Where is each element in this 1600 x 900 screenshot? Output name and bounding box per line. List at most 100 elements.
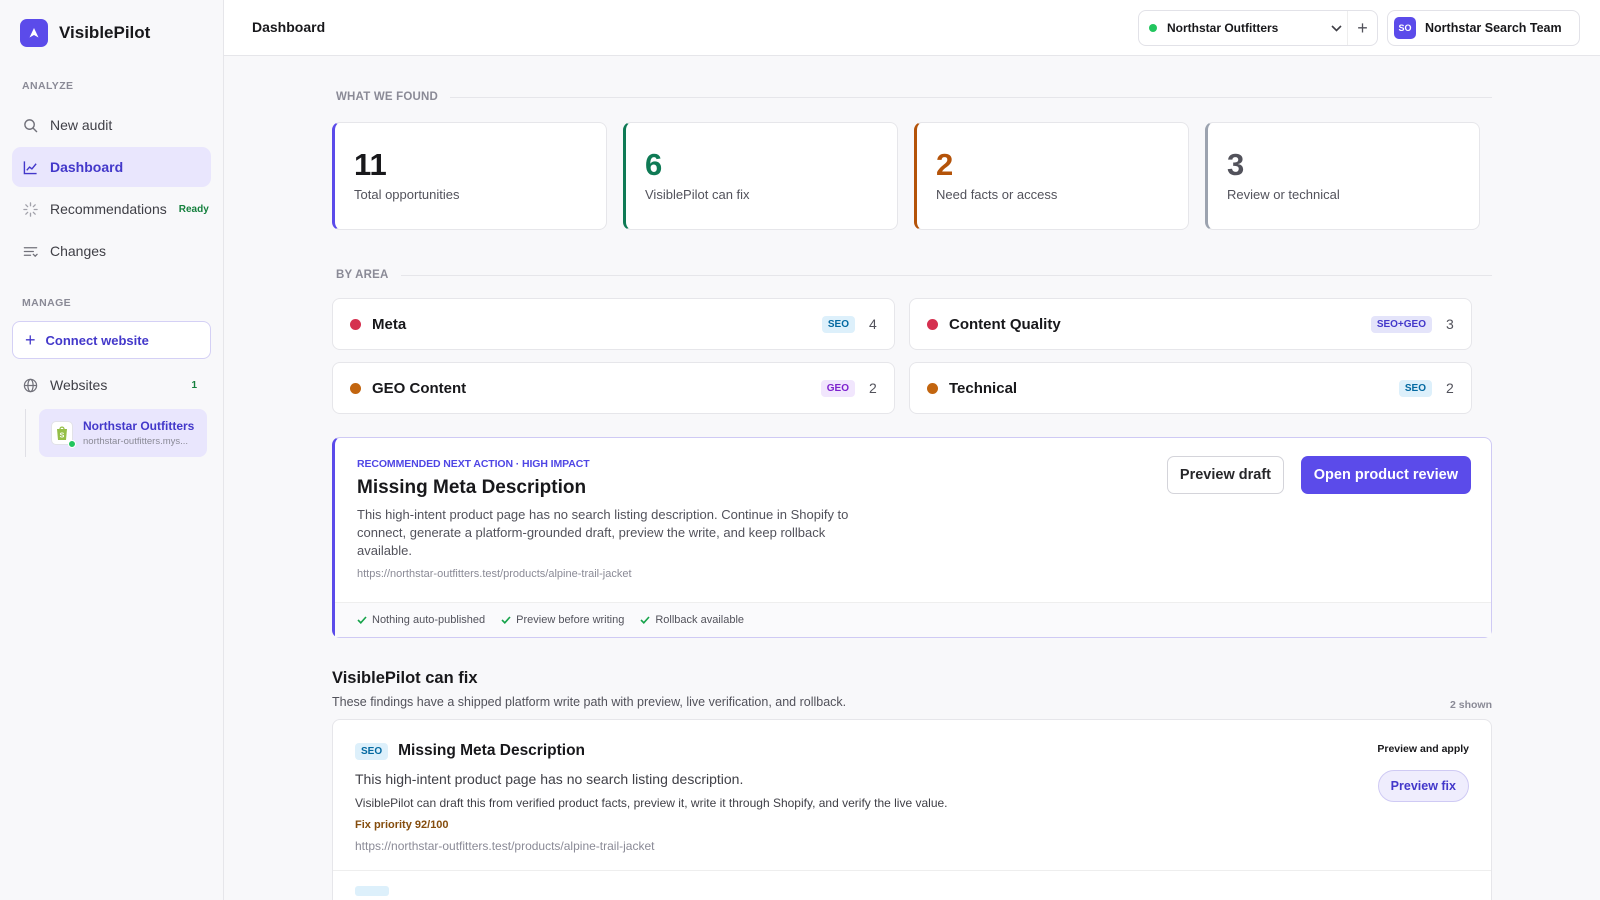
brand-name: VisiblePilot bbox=[59, 23, 151, 42]
can-fix-list: SEO Missing Meta Description This high-i… bbox=[332, 719, 1492, 900]
area-count: 3 bbox=[1446, 316, 1454, 332]
safety-check-label: Rollback available bbox=[655, 614, 745, 626]
sidebar-item-label: Dashboard bbox=[50, 159, 124, 175]
can-fix-subtitle: These findings have a shipped platform w… bbox=[332, 695, 847, 709]
can-fix-header: VisiblePilot can fix These findings have… bbox=[332, 669, 1492, 711]
sidebar-item-new-audit[interactable]: New audit bbox=[12, 105, 211, 145]
section-label: BY AREA bbox=[336, 269, 389, 281]
area-card-geo-content[interactable]: GEO Content GEO 2 bbox=[332, 362, 895, 414]
brand-logo-icon bbox=[20, 19, 48, 47]
avatar: SO bbox=[1394, 17, 1416, 39]
safety-check-label: Nothing auto-published bbox=[372, 614, 486, 626]
sidebar-item-label: Websites bbox=[50, 377, 108, 393]
area-name: Content Quality bbox=[949, 315, 1061, 333]
globe-icon bbox=[22, 377, 38, 393]
status-dot bbox=[1149, 24, 1157, 32]
list-icon bbox=[22, 243, 38, 259]
stat-label: Need facts or access bbox=[936, 187, 1058, 202]
sidebar-item-websites[interactable]: Websites 1 bbox=[12, 365, 211, 405]
section-by-area: BY AREA bbox=[332, 268, 1492, 282]
finding-detail: VisiblePilot can draft this from verifie… bbox=[355, 796, 948, 810]
stat-card-can-fix[interactable]: 6 VisiblePilot can fix bbox=[623, 122, 898, 230]
website-url: northstar-outfitters.mys... bbox=[83, 436, 189, 447]
stat-card-total[interactable]: 11 Total opportunities bbox=[332, 122, 607, 230]
area-tag: SEO+GEO bbox=[1370, 315, 1432, 333]
stat-card-need-facts[interactable]: 2 Need facts or access bbox=[914, 122, 1189, 230]
area-tag: SEO bbox=[821, 315, 855, 333]
safety-check: Nothing auto-published bbox=[357, 614, 485, 626]
stat-label: VisiblePilot can fix bbox=[645, 187, 750, 202]
area-grid: Meta SEO 4 Content Quality SEO+GEO 3 GEO… bbox=[332, 298, 1492, 414]
sidebar-item-dashboard[interactable]: Dashboard bbox=[12, 147, 211, 187]
safety-check: Rollback available bbox=[640, 614, 744, 626]
can-fix-title: VisiblePilot can fix bbox=[332, 669, 478, 687]
check-icon bbox=[357, 616, 367, 624]
stat-value: 6 bbox=[645, 147, 663, 182]
brand[interactable]: VisiblePilot bbox=[0, 0, 223, 66]
area-tag: GEO bbox=[820, 379, 855, 397]
finding-url[interactable]: https://northstar-outfitters.test/produc… bbox=[355, 839, 1469, 853]
store-select[interactable]: Northstar Outfitters + bbox=[1138, 10, 1378, 46]
preview-fix-button[interactable]: Preview fix bbox=[1377, 770, 1469, 802]
page-title: Dashboard bbox=[252, 19, 326, 35]
connect-website-label: Connect website bbox=[45, 332, 149, 348]
team-switcher[interactable]: SO Northstar Search Team bbox=[1387, 10, 1580, 46]
severity-dot bbox=[350, 318, 361, 330]
area-name: Technical bbox=[949, 379, 1018, 397]
main-content: WHAT WE FOUND 11 Total opportunities 6 V… bbox=[332, 56, 1492, 900]
safety-checks: Nothing auto-published Preview before wr… bbox=[335, 602, 1491, 637]
connect-website-button[interactable]: + Connect website bbox=[12, 321, 211, 359]
sidebar-item-label: Changes bbox=[50, 243, 107, 259]
sidebar-item-recommendations[interactable]: Recommendations Ready bbox=[12, 189, 211, 229]
finding-mode: Preview and apply bbox=[1377, 743, 1469, 755]
stat-card-review[interactable]: 3 Review or technical bbox=[1205, 122, 1480, 230]
stats-row: 11 Total opportunities 6 VisiblePilot ca… bbox=[332, 122, 1492, 230]
sidebar-item-changes[interactable]: Changes bbox=[12, 231, 211, 271]
sidebar: VisiblePilot ANALYZE New audit Dashboard… bbox=[0, 0, 224, 900]
area-card-technical[interactable]: Technical SEO 2 bbox=[909, 362, 1472, 414]
finding-tag: SEO bbox=[355, 742, 389, 760]
area-card-content-quality[interactable]: Content Quality SEO+GEO 3 bbox=[909, 298, 1472, 350]
sidebar-item-label: Recommendations bbox=[50, 201, 167, 217]
svg-text:S: S bbox=[60, 433, 65, 440]
finding-priority: Fix priority 92/100 bbox=[355, 819, 449, 831]
section-what-we-found: WHAT WE FOUND bbox=[332, 90, 1492, 104]
area-card-meta[interactable]: Meta SEO 4 bbox=[332, 298, 895, 350]
next-action-url[interactable]: https://northstar-outfitters.test/produc… bbox=[357, 568, 632, 580]
next-action-eyebrow: RECOMMENDED NEXT ACTION · HIGH IMPACT bbox=[357, 458, 590, 470]
open-product-review-button[interactable]: Open product review bbox=[1300, 456, 1471, 494]
next-action-card: RECOMMENDED NEXT ACTION · HIGH IMPACT Mi… bbox=[332, 437, 1492, 638]
stat-label: Total opportunities bbox=[354, 187, 460, 202]
website-item-northstar[interactable]: S Northstar Outfitters northstar-outfitt… bbox=[39, 409, 207, 457]
stat-label: Review or technical bbox=[1227, 187, 1340, 202]
websites-count-badge: 1 bbox=[191, 379, 197, 391]
preview-draft-button[interactable]: Preview draft bbox=[1166, 456, 1284, 494]
team-name: Northstar Search Team bbox=[1425, 21, 1562, 35]
area-name: GEO Content bbox=[372, 379, 467, 397]
ready-badge: Ready bbox=[178, 203, 209, 215]
list-item[interactable]: SEO Missing Meta Description This high-i… bbox=[355, 742, 1469, 853]
nav-section-analyze: ANALYZE bbox=[22, 80, 74, 92]
divider bbox=[333, 870, 1491, 871]
severity-dot bbox=[350, 382, 361, 394]
status-dot bbox=[68, 440, 76, 448]
store-name: Northstar Outfitters bbox=[1167, 21, 1279, 35]
check-icon bbox=[640, 616, 650, 624]
website-tree: S Northstar Outfitters northstar-outfitt… bbox=[25, 409, 223, 457]
next-action-description: This high-intent product page has no sea… bbox=[357, 507, 849, 558]
sidebar-item-label: New audit bbox=[50, 117, 113, 133]
stat-value: 2 bbox=[936, 147, 954, 182]
add-store-button[interactable]: + bbox=[1347, 11, 1377, 45]
safety-check-label: Preview before writing bbox=[516, 614, 625, 626]
chevron-down-icon[interactable] bbox=[1325, 24, 1347, 32]
area-count: 2 bbox=[1446, 380, 1454, 396]
finding-title: Missing Meta Description bbox=[398, 742, 586, 759]
section-label: WHAT WE FOUND bbox=[336, 91, 439, 103]
next-action-title: Missing Meta Description bbox=[357, 477, 587, 498]
search-icon bbox=[22, 117, 38, 133]
severity-dot bbox=[927, 382, 938, 394]
chart-line-icon bbox=[22, 159, 38, 175]
shopify-icon: S bbox=[51, 421, 76, 448]
topbar: Dashboard Northstar Outfitters + SO Nort… bbox=[224, 0, 1600, 56]
safety-check: Preview before writing bbox=[501, 614, 624, 626]
